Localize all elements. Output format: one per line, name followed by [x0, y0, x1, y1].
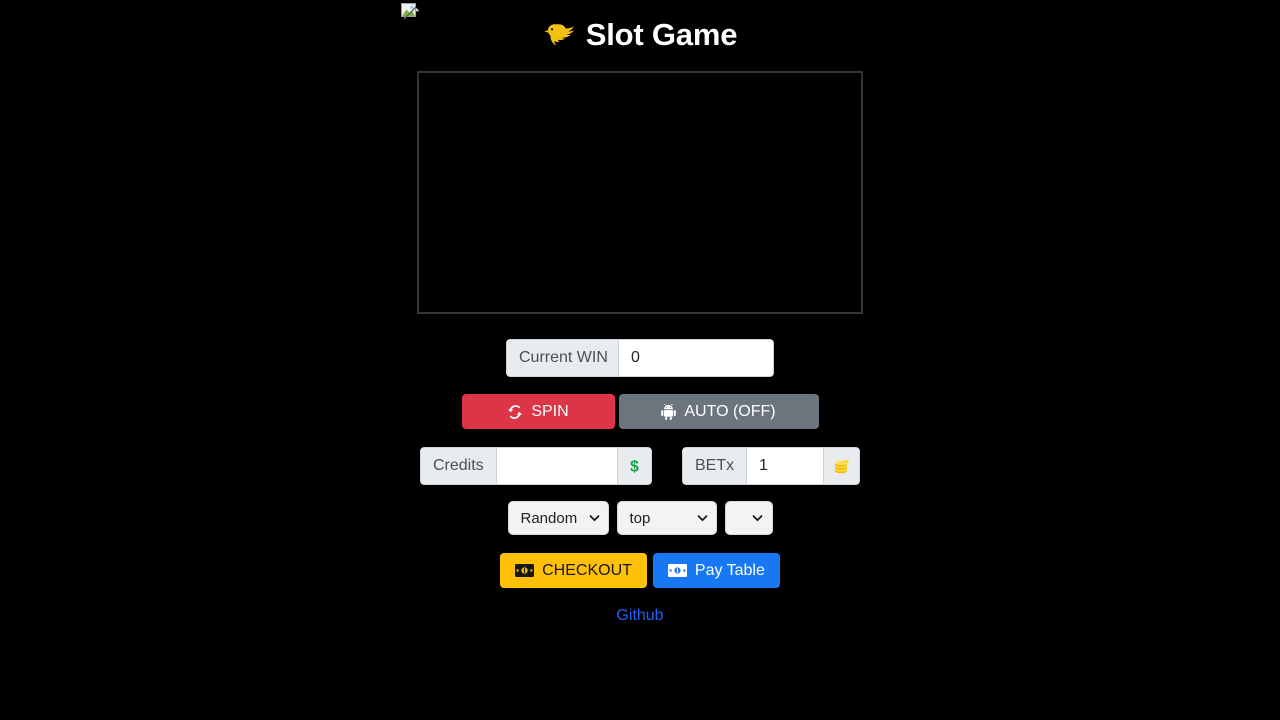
paytable-button[interactable]: Pay Table	[652, 553, 780, 588]
credits-label: Credits	[420, 447, 496, 485]
credits-add-button[interactable]: $	[618, 447, 652, 485]
credits-group: Credits $	[420, 447, 652, 485]
slot-reel-inner	[419, 73, 861, 312]
auto-toggle-button[interactable]: AUTO (OFF)	[618, 394, 819, 429]
select-row: Random top	[0, 501, 1280, 535]
slot-reel-canvas[interactable]	[417, 71, 863, 314]
footer: Github	[0, 607, 1280, 625]
action-button-row: SPIN AUTO (OFF)	[0, 394, 1280, 429]
spin-button-label: SPIN	[531, 402, 569, 420]
mode-select-value: Random	[520, 509, 578, 527]
bet-label: BETx	[682, 447, 746, 485]
svg-text:$: $	[630, 459, 639, 476]
position-select-value: top	[629, 509, 651, 527]
current-win-group: Current WIN 0	[506, 339, 774, 377]
page-title: Slot Game	[0, 0, 1280, 56]
checkout-button-label: CHECKOUT	[542, 561, 632, 579]
page-header: Slot Game	[0, 0, 1280, 56]
bet-coin-button[interactable]	[824, 447, 860, 485]
credits-bet-row: Credits $ BETx 1	[0, 447, 1280, 485]
checkout-row: CHECKOUT Pay Table	[0, 553, 1280, 588]
bet-input[interactable]: 1	[746, 447, 824, 485]
dollar-sign-icon: $	[627, 457, 642, 476]
checkout-button[interactable]: CHECKOUT	[500, 553, 647, 588]
broken-image-icon	[401, 3, 419, 21]
extra-select[interactable]	[724, 501, 773, 535]
sync-icon	[507, 404, 523, 420]
mode-select[interactable]: Random	[507, 501, 609, 535]
current-win-label: Current WIN	[506, 339, 618, 377]
chevron-down-icon	[752, 513, 763, 524]
current-win-value[interactable]: 0	[618, 339, 774, 377]
github-link[interactable]: Github	[616, 607, 663, 624]
app-root: Slot Game Current WIN 0 SPIN AUTO (OFF) …	[0, 0, 1280, 720]
spin-button[interactable]: SPIN	[461, 394, 615, 429]
auto-toggle-label: AUTO (OFF)	[684, 402, 776, 420]
credits-input[interactable]	[496, 447, 618, 485]
money-bill-icon	[515, 564, 535, 577]
money-bill-icon	[667, 564, 687, 577]
coin-stack-icon	[833, 457, 850, 475]
chevron-down-icon	[697, 513, 708, 524]
paytable-button-label: Pay Table	[694, 561, 765, 579]
page-title-text: Slot Game	[585, 17, 738, 52]
android-icon	[661, 403, 677, 420]
chevron-down-icon	[589, 513, 600, 524]
bird-icon	[543, 20, 579, 50]
position-select[interactable]: top	[616, 501, 717, 535]
bet-group: BETx 1	[682, 447, 860, 485]
